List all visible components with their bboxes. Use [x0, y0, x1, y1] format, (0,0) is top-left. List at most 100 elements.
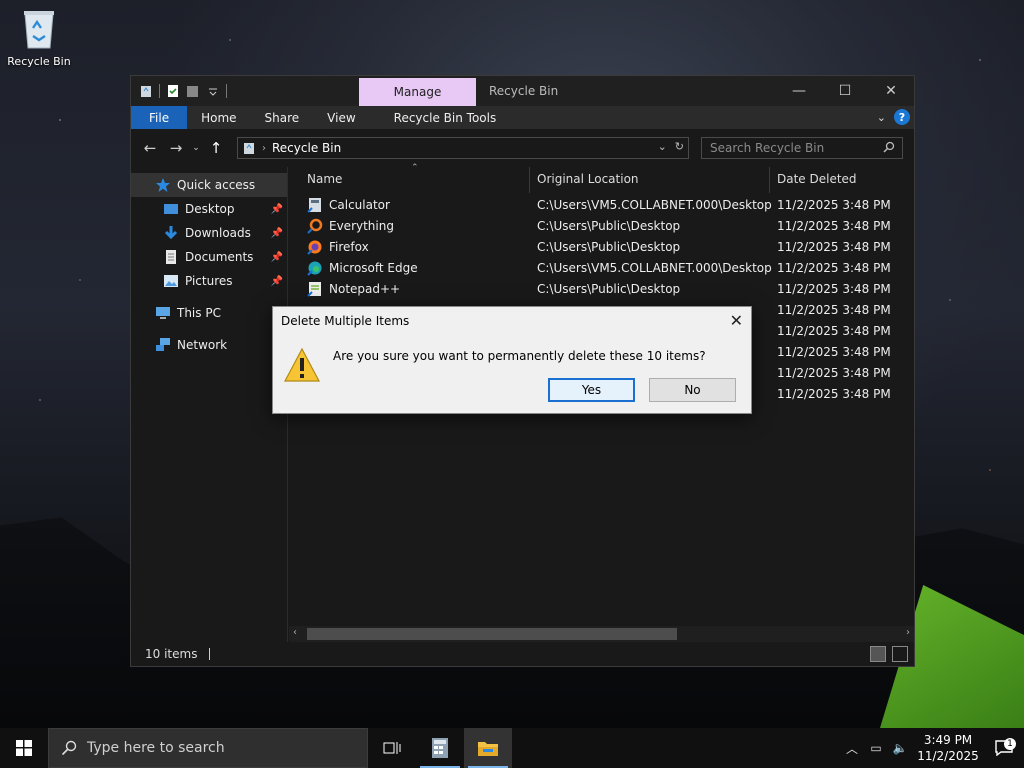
breadcrumb-recycle-bin[interactable]: Recycle Bin: [272, 141, 341, 155]
close-button[interactable]: ✕: [868, 76, 914, 106]
pin-icon[interactable]: 📌: [271, 228, 283, 239]
view-toggle: [870, 646, 908, 662]
file-date: 11/2/2025 3:48 PM: [777, 366, 891, 380]
tab-recycle-bin-tools[interactable]: Recycle Bin Tools: [380, 106, 511, 129]
desktop-recycle-bin-label: Recycle Bin: [7, 55, 71, 68]
table-row[interactable]: Firefox C:\Users\Public\Desktop 11/2/202…: [289, 237, 914, 258]
tab-home[interactable]: Home: [187, 106, 250, 129]
dialog-message: Are you sure you want to permanently del…: [333, 349, 706, 363]
calculator-shortcut-icon: [307, 198, 321, 213]
sidebar-item-label: Pictures: [185, 274, 233, 288]
taskbar-search-box[interactable]: Type here to search: [48, 728, 368, 768]
up-arrow-icon[interactable]: ↑: [203, 139, 229, 157]
action-center-button[interactable]: 1: [984, 738, 1024, 756]
refresh-icon[interactable]: ↻: [675, 140, 684, 153]
scrollbar-thumb[interactable]: [307, 628, 677, 640]
status-bar: 10 items: [131, 642, 914, 666]
maximize-button[interactable]: ☐: [822, 76, 868, 106]
column-date-deleted[interactable]: Date Deleted: [777, 172, 857, 186]
recycle-bin-small-icon[interactable]: [139, 84, 153, 98]
pin-icon[interactable]: 📌: [271, 204, 283, 215]
status-separator: [209, 648, 211, 660]
recent-locations-chevron-icon[interactable]: ⌄: [189, 143, 203, 153]
search-box[interactable]: Search Recycle Bin: [701, 137, 903, 159]
start-button[interactable]: [0, 728, 48, 768]
yes-button[interactable]: Yes: [548, 378, 635, 402]
tab-file[interactable]: File: [131, 106, 188, 129]
scroll-left-arrow-icon[interactable]: ‹: [293, 627, 297, 638]
maximize-icon: ☐: [838, 83, 852, 99]
file-location: C:\Users\Public\Desktop: [537, 219, 681, 233]
address-dropdown-icon[interactable]: ⌄: [658, 140, 667, 153]
sidebar-item-downloads[interactable]: Downloads 📌: [131, 221, 287, 245]
column-divider[interactable]: [529, 167, 530, 193]
file-date: 11/2/2025 3:48 PM: [777, 324, 891, 338]
large-icons-view-icon[interactable]: [892, 646, 908, 662]
customize-dropdown-icon[interactable]: [206, 84, 220, 98]
sidebar-item-label: Documents: [185, 250, 254, 264]
table-row[interactable]: Everything C:\Users\Public\Desktop 11/2/…: [289, 216, 914, 237]
taskbar-file-explorer[interactable]: [464, 728, 512, 768]
column-name[interactable]: Name: [307, 172, 342, 186]
title-bar: Manage Recycle Bin — ☐ ✕: [131, 76, 914, 106]
document-icon: [166, 250, 176, 264]
file-location: C:\Users\VM5.COLLABNET.000\Desktop: [537, 198, 772, 212]
horizontal-scrollbar[interactable]: ‹ ›: [289, 626, 914, 642]
recycle-bin-address-icon: [244, 143, 254, 154]
column-divider[interactable]: [769, 167, 770, 193]
file-date: 11/2/2025 3:48 PM: [777, 261, 891, 275]
file-name: Everything: [329, 219, 394, 233]
sidebar-item-network[interactable]: Network: [131, 333, 287, 357]
network-icon: [156, 338, 170, 351]
file-date: 11/2/2025 3:48 PM: [777, 303, 891, 317]
back-arrow-icon[interactable]: ←: [137, 139, 163, 157]
minimize-button[interactable]: —: [776, 76, 822, 106]
tab-view[interactable]: View: [313, 106, 369, 129]
new-folder-icon[interactable]: [186, 84, 200, 98]
taskbar-calculator[interactable]: [416, 728, 464, 768]
notification-count-badge: 1: [1004, 738, 1016, 750]
desktop-recycle-bin[interactable]: Recycle Bin: [6, 6, 72, 68]
sidebar-item-this-pc[interactable]: This PC: [131, 301, 287, 325]
expand-ribbon-icon[interactable]: ⌄: [877, 111, 886, 124]
ribbon-tabs: File Home Share View Recycle Bin Tools ⌄…: [131, 106, 914, 129]
sidebar-item-documents[interactable]: Documents 📌: [131, 245, 287, 269]
file-name: Firefox: [329, 240, 369, 254]
dialog-close-icon[interactable]: ✕: [730, 311, 743, 330]
star-icon: [156, 178, 170, 192]
edge-shortcut-icon: [307, 261, 322, 276]
tab-share[interactable]: Share: [251, 106, 314, 129]
properties-icon[interactable]: [166, 84, 180, 98]
sidebar-item-quick-access[interactable]: Quick access: [131, 173, 287, 197]
sidebar-item-pictures[interactable]: Pictures 📌: [131, 269, 287, 293]
help-icon[interactable]: ?: [894, 109, 910, 125]
clock[interactable]: 3:49 PM 11/2/2025: [912, 732, 984, 764]
network-status-icon[interactable]: ▭: [864, 741, 888, 755]
manage-context-tab[interactable]: Manage: [359, 78, 476, 106]
column-original-location[interactable]: Original Location: [537, 172, 639, 186]
no-button[interactable]: No: [649, 378, 736, 402]
file-name: Microsoft Edge: [329, 261, 418, 275]
details-view-icon[interactable]: [870, 646, 886, 662]
recycle-bin-icon: [24, 11, 54, 49]
forward-arrow-icon[interactable]: →: [163, 139, 189, 157]
show-hidden-icons-chevron-icon[interactable]: ︿: [840, 740, 864, 757]
file-name: Notepad++: [329, 282, 401, 296]
table-row[interactable]: Calculator C:\Users\VM5.COLLABNET.000\De…: [289, 195, 914, 216]
breadcrumb-chevron-icon[interactable]: ›: [262, 143, 266, 154]
search-icon: [61, 740, 77, 756]
file-explorer-icon: [478, 742, 498, 756]
system-tray: ︿ ▭ 🔈 3:49 PM 11/2/2025 1: [840, 728, 1024, 768]
address-bar[interactable]: › Recycle Bin ⌄ ↻: [237, 137, 689, 159]
pin-icon[interactable]: 📌: [271, 276, 283, 287]
table-row[interactable]: Notepad++ C:\Users\Public\Desktop 11/2/2…: [289, 279, 914, 300]
task-view-button[interactable]: [368, 728, 416, 768]
volume-muted-icon[interactable]: 🔈: [888, 741, 912, 755]
navigation-bar: ← → ⌄ ↑ › Recycle Bin ⌄ ↻ Search Recycle…: [131, 129, 914, 167]
toolbar-separator: [226, 84, 227, 98]
search-icon: [883, 141, 895, 153]
scroll-right-arrow-icon[interactable]: ›: [906, 627, 910, 638]
pin-icon[interactable]: 📌: [271, 252, 283, 263]
table-row[interactable]: Microsoft Edge C:\Users\VM5.COLLABNET.00…: [289, 258, 914, 279]
sidebar-item-desktop[interactable]: Desktop 📌: [131, 197, 287, 221]
